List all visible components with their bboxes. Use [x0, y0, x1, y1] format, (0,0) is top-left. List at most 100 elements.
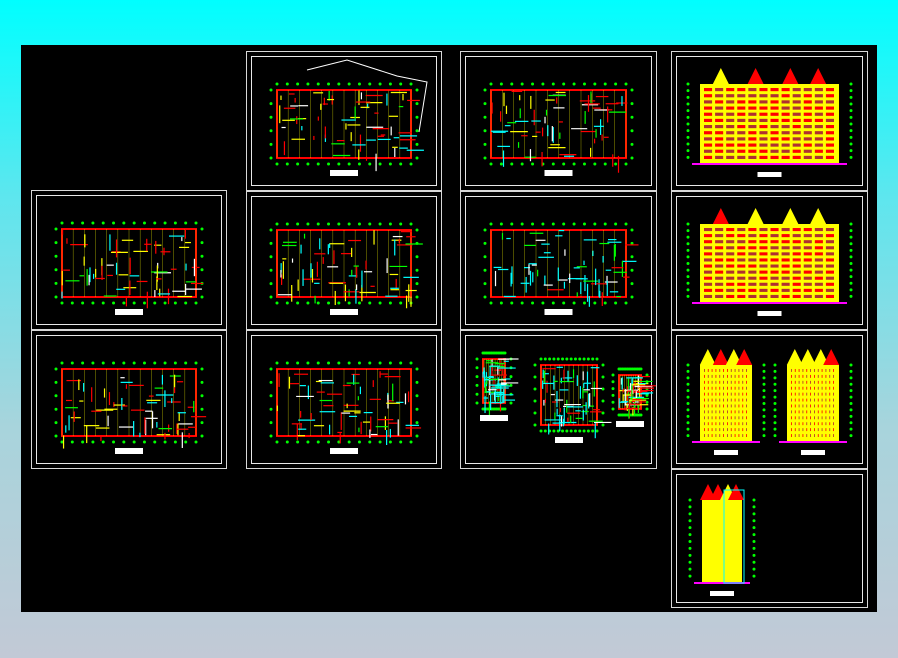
window — [814, 270, 823, 274]
drawing-sheet-side-elevations[interactable] — [671, 330, 868, 469]
axis-bubble — [60, 221, 64, 225]
drawing-sheet-floor-plan-a2[interactable] — [31, 330, 227, 469]
axis-bubble — [533, 399, 537, 403]
window — [833, 404, 834, 408]
window — [833, 398, 834, 402]
drawing-sheet-roof-details[interactable] — [460, 330, 657, 469]
window — [792, 258, 801, 262]
drawing-sheet-front-elevation[interactable] — [671, 51, 868, 191]
drawing-sheet-floor-plan-b2[interactable] — [246, 330, 442, 469]
window — [802, 404, 804, 408]
window — [825, 155, 834, 159]
window — [759, 94, 768, 98]
window — [727, 386, 728, 390]
window — [814, 369, 815, 372]
window — [814, 294, 823, 298]
window — [759, 125, 768, 129]
axis-bubble — [591, 429, 595, 433]
window — [833, 416, 834, 420]
window — [829, 398, 831, 402]
axis-bubble — [194, 440, 198, 444]
drawing-sheet-floor-plan-c1[interactable] — [460, 51, 657, 191]
window — [715, 386, 717, 390]
axis-bubble — [520, 222, 524, 226]
window — [704, 234, 713, 238]
window — [742, 374, 744, 378]
window — [814, 106, 823, 110]
window — [746, 380, 747, 384]
window — [726, 88, 735, 92]
window — [704, 155, 713, 159]
level-marker — [686, 102, 690, 106]
axis-bubble — [357, 361, 361, 365]
window — [748, 100, 757, 104]
axis-bubble — [399, 440, 403, 444]
drawing-sheet-floor-plan-c2[interactable] — [460, 191, 657, 330]
window — [806, 369, 808, 372]
window — [792, 294, 801, 298]
axis-bubble — [539, 357, 543, 361]
window — [794, 404, 796, 408]
axis-bubble — [483, 241, 487, 245]
window — [738, 416, 740, 420]
window — [738, 404, 740, 408]
level-marker — [686, 427, 690, 431]
window — [817, 386, 819, 390]
window — [726, 264, 735, 268]
level-marker — [762, 369, 766, 373]
cad-drawing-canvas[interactable] — [21, 45, 877, 612]
drawing-sheet-floor-plan-a1[interactable] — [31, 190, 227, 330]
window — [792, 125, 801, 129]
drawing-sheet-site-plan[interactable] — [246, 51, 442, 191]
window — [794, 410, 796, 414]
window — [791, 404, 792, 408]
window — [803, 106, 812, 110]
axis-bubble — [269, 129, 273, 133]
window — [770, 106, 779, 110]
window — [746, 398, 747, 402]
axis-bubble — [595, 357, 599, 361]
axis-bubble — [489, 222, 493, 226]
window — [814, 416, 815, 420]
window — [726, 258, 735, 262]
axis-bubble — [101, 361, 105, 365]
window — [817, 369, 819, 372]
window — [704, 374, 705, 378]
level-marker — [686, 129, 690, 133]
level-marker — [849, 115, 853, 119]
axis-bubble — [306, 301, 310, 305]
window — [821, 374, 823, 378]
drawing-sheet-floor-plan-b1[interactable] — [246, 191, 442, 330]
window — [792, 112, 801, 116]
window — [738, 380, 740, 384]
axis-bubble — [269, 241, 273, 245]
window — [704, 410, 705, 414]
axis-bubble — [163, 301, 167, 305]
axis-bubble — [327, 162, 331, 166]
window — [802, 398, 804, 402]
drawing-title-block — [757, 311, 782, 316]
window — [817, 398, 819, 402]
window — [792, 149, 801, 153]
drawing-sheet-section[interactable] — [671, 469, 868, 608]
window — [734, 422, 736, 426]
drawing-sheet-rear-elevation[interactable] — [671, 191, 868, 330]
level-marker — [773, 414, 777, 418]
window — [715, 404, 717, 408]
window — [748, 276, 757, 280]
window — [825, 106, 834, 110]
window — [730, 404, 732, 408]
axis-bubble — [54, 421, 58, 425]
window — [711, 380, 713, 384]
window — [742, 380, 744, 384]
window — [704, 143, 713, 147]
window — [814, 410, 815, 414]
window — [792, 228, 801, 232]
window — [704, 131, 713, 135]
level-marker — [849, 235, 853, 239]
level-marker — [762, 389, 766, 393]
window — [791, 392, 792, 396]
axis-bubble — [510, 301, 514, 305]
window — [759, 112, 768, 116]
level-marker — [752, 519, 756, 523]
